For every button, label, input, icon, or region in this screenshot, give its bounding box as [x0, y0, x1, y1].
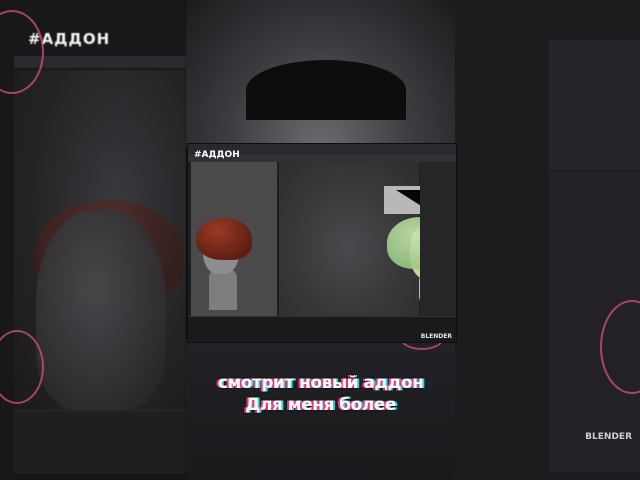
background-timeline: [14, 410, 186, 473]
inset-blender-screenshot: #АДДОН BLENDER: [187, 143, 457, 343]
reference-bust-neck: [209, 270, 237, 310]
reference-red-hair: [196, 218, 252, 260]
inset-channel-tag: #АДДОН: [194, 150, 240, 160]
3d-viewport[interactable]: [279, 162, 456, 316]
background-blender-logo: BLENDER: [585, 432, 632, 442]
background-top-area: [186, 0, 455, 148]
properties-panel[interactable]: [420, 162, 456, 316]
background-right-panel: BLENDER: [455, 0, 640, 480]
background-bust-shape: [36, 210, 166, 410]
video-frame: #АДДОН BLENDER #АДДОН BLENDER смотрит но…: [0, 0, 640, 480]
timeline-bar[interactable]: BLENDER: [188, 316, 456, 342]
background-dark-shape: [246, 60, 406, 120]
reference-image-panel: [191, 162, 277, 316]
caption-line-2: Для меня более: [245, 395, 396, 415]
video-caption: смотрит новый аддон Для меня более: [186, 372, 455, 416]
caption-line-1: смотрит новый аддон: [217, 373, 424, 393]
inset-blender-logo: BLENDER: [420, 333, 452, 340]
background-outliner: [549, 40, 640, 170]
